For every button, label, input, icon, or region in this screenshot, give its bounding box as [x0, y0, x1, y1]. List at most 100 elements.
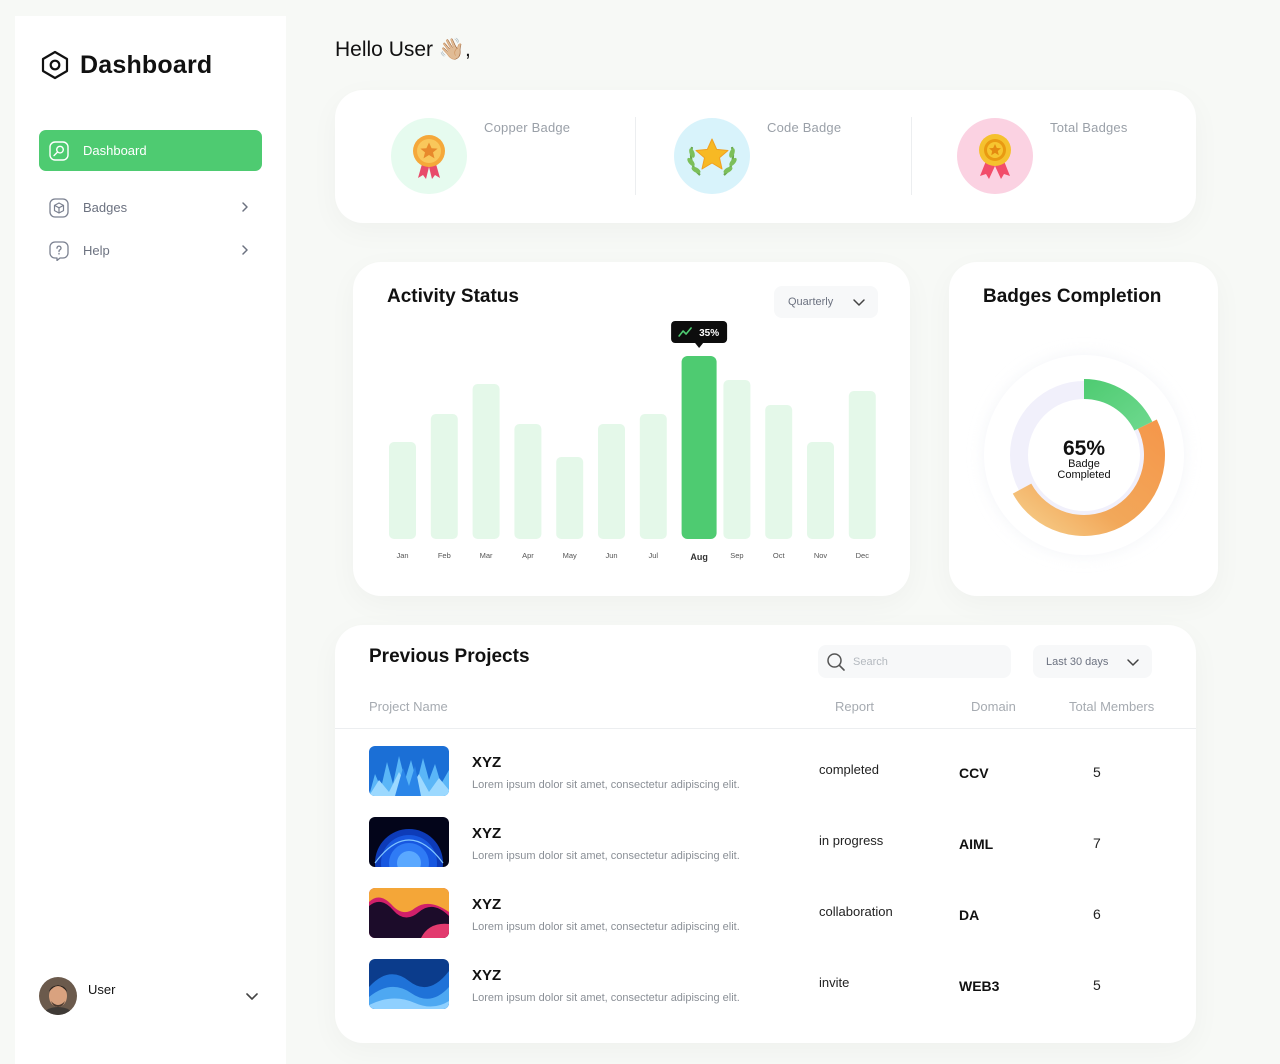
- project-name: XYZ: [472, 967, 502, 984]
- bar-jun[interactable]: [598, 424, 625, 539]
- table-row[interactable]: XYZ Lorem ipsum dolor sit amet, consecte…: [369, 888, 1169, 940]
- sidebar-item-label: Badges: [83, 200, 128, 215]
- header-divider: [335, 728, 1196, 729]
- brand-title: Dashboard: [80, 50, 213, 79]
- project-members: 5: [1093, 977, 1101, 993]
- column-header-domain[interactable]: Domain: [971, 699, 1016, 714]
- sidebar: Dashboard Dashboard Badges Help User: [15, 16, 286, 1064]
- project-domain: WEB3: [959, 978, 1000, 994]
- bar-nov[interactable]: [807, 442, 834, 539]
- cube-icon: [49, 197, 69, 218]
- bar-dec[interactable]: [848, 391, 876, 539]
- tick-label-may: May: [563, 551, 577, 560]
- sidebar-item-help[interactable]: Help: [39, 230, 262, 271]
- bar-jan[interactable]: [389, 442, 416, 539]
- chevron-right-icon: [242, 245, 248, 255]
- bar-aug[interactable]: [681, 356, 717, 539]
- badge-code[interactable]: Code Badge: [674, 118, 841, 194]
- brand[interactable]: Dashboard: [40, 50, 212, 80]
- bar-mar[interactable]: [472, 384, 500, 539]
- project-thumbnail: [369, 817, 449, 867]
- sidebar-item-label: Help: [83, 243, 110, 258]
- bar-sep[interactable]: [723, 380, 751, 539]
- badge-label: Total Badges: [1050, 120, 1128, 135]
- greeting: Hello User 👋🏼,: [335, 38, 471, 61]
- completion-percent: 65%: [1063, 437, 1105, 460]
- activity-bar-chart: Jan Feb Mar Apr May Jun Jul Aug 35% Sep Oct Nov Dec: [389, 321, 876, 562]
- project-name: XYZ: [472, 896, 502, 913]
- date-range-dropdown[interactable]: Last 30 days: [1033, 645, 1152, 678]
- tick-label-nov: Nov: [814, 551, 828, 560]
- date-range-value: Last 30 days: [1046, 655, 1109, 668]
- bar-oct[interactable]: [765, 405, 793, 539]
- help-icon: [49, 240, 69, 261]
- tick-label-sep: Sep: [730, 551, 743, 560]
- hexagon-logo-icon: [41, 50, 69, 80]
- bar-may[interactable]: [556, 457, 584, 539]
- badges-completion-card: Badges Completion 65% Badge Completed: [949, 262, 1218, 596]
- sidebar-item-dashboard[interactable]: Dashboard: [39, 130, 262, 171]
- project-members: 5: [1093, 764, 1101, 780]
- tick-label-feb: Feb: [438, 551, 451, 560]
- chevron-down-icon: [1127, 659, 1139, 666]
- project-thumbnail: [369, 746, 449, 796]
- table-row[interactable]: XYZ Lorem ipsum dolor sit amet, consecte…: [369, 817, 1169, 869]
- sidebar-item-badges[interactable]: Badges: [39, 187, 262, 228]
- badge-label: Copper Badge: [484, 120, 571, 135]
- table-row[interactable]: XYZ Lorem ipsum dolor sit amet, consecte…: [369, 959, 1169, 1011]
- tick-label-jan: Jan: [396, 551, 408, 560]
- search-icon: [827, 652, 845, 671]
- column-header-project-name[interactable]: Project Name: [369, 699, 448, 714]
- column-header-total-members[interactable]: Total Members: [1069, 699, 1154, 714]
- badge-total[interactable]: Total Badges: [957, 118, 1128, 194]
- tick-label-mar: Mar: [480, 551, 493, 560]
- divider: [635, 117, 636, 195]
- completion-sub-line2: Completed: [1057, 469, 1110, 481]
- previous-projects-card: Previous Projects Last 30 days Project N…: [335, 625, 1196, 1043]
- search-input[interactable]: [853, 655, 1003, 668]
- projects-title: Previous Projects: [369, 646, 530, 667]
- medal-ribbon-icon: [957, 118, 1033, 194]
- project-name: XYZ: [472, 754, 502, 771]
- project-domain: DA: [959, 907, 980, 923]
- project-members: 7: [1093, 835, 1101, 851]
- project-report: collaboration: [819, 904, 893, 919]
- divider: [911, 117, 912, 195]
- project-domain: AIML: [959, 836, 994, 852]
- chevron-down-icon[interactable]: [244, 988, 260, 1004]
- project-members: 6: [1093, 906, 1101, 922]
- tick-label-dec: Dec: [856, 551, 870, 560]
- sidebar-item-label: Dashboard: [83, 143, 147, 158]
- search-field[interactable]: [818, 645, 1011, 678]
- bar-feb[interactable]: [430, 414, 458, 539]
- project-report: invite: [819, 975, 850, 990]
- project-description: Lorem ipsum dolor sit amet, consectetur …: [472, 850, 740, 862]
- column-header-report[interactable]: Report: [835, 699, 874, 714]
- project-report: in progress: [819, 833, 884, 848]
- project-description: Lorem ipsum dolor sit amet, consectetur …: [472, 779, 740, 791]
- bar-apr[interactable]: [514, 424, 542, 539]
- table-row[interactable]: XYZ Lorem ipsum dolor sit amet, consecte…: [369, 746, 1169, 798]
- highlight-tooltip: 35%: [671, 321, 728, 348]
- activity-status-card: Activity Status Quarterly Jan Feb Mar Apr Ma…: [353, 262, 910, 596]
- badge-copper[interactable]: Copper Badge: [391, 118, 570, 194]
- project-report: completed: [819, 762, 879, 777]
- tick-label-oct: Oct: [773, 551, 786, 560]
- medal-icon: [391, 118, 467, 194]
- project-description: Lorem ipsum dolor sit amet, consectetur …: [472, 921, 740, 933]
- project-thumbnail: [369, 888, 449, 938]
- tick-label-apr: Apr: [522, 551, 534, 560]
- search-icon: [49, 140, 69, 161]
- tick-label-jun: Jun: [605, 551, 617, 560]
- user-menu[interactable]: User: [39, 976, 262, 1016]
- project-thumbnail: [369, 959, 449, 1009]
- laurel-star-icon: [674, 118, 750, 194]
- badge-label: Code Badge: [767, 120, 842, 135]
- highlight-value-label: 35%: [699, 328, 719, 339]
- user-name: User: [88, 981, 116, 997]
- bar-jul[interactable]: [639, 414, 667, 539]
- project-domain: CCV: [959, 765, 989, 781]
- chevron-right-icon: [242, 202, 248, 212]
- badges-summary-card: Copper Badge Code Badge Total Badges: [335, 90, 1196, 223]
- completion-donut-chart: 65% Badge Completed: [984, 355, 1184, 555]
